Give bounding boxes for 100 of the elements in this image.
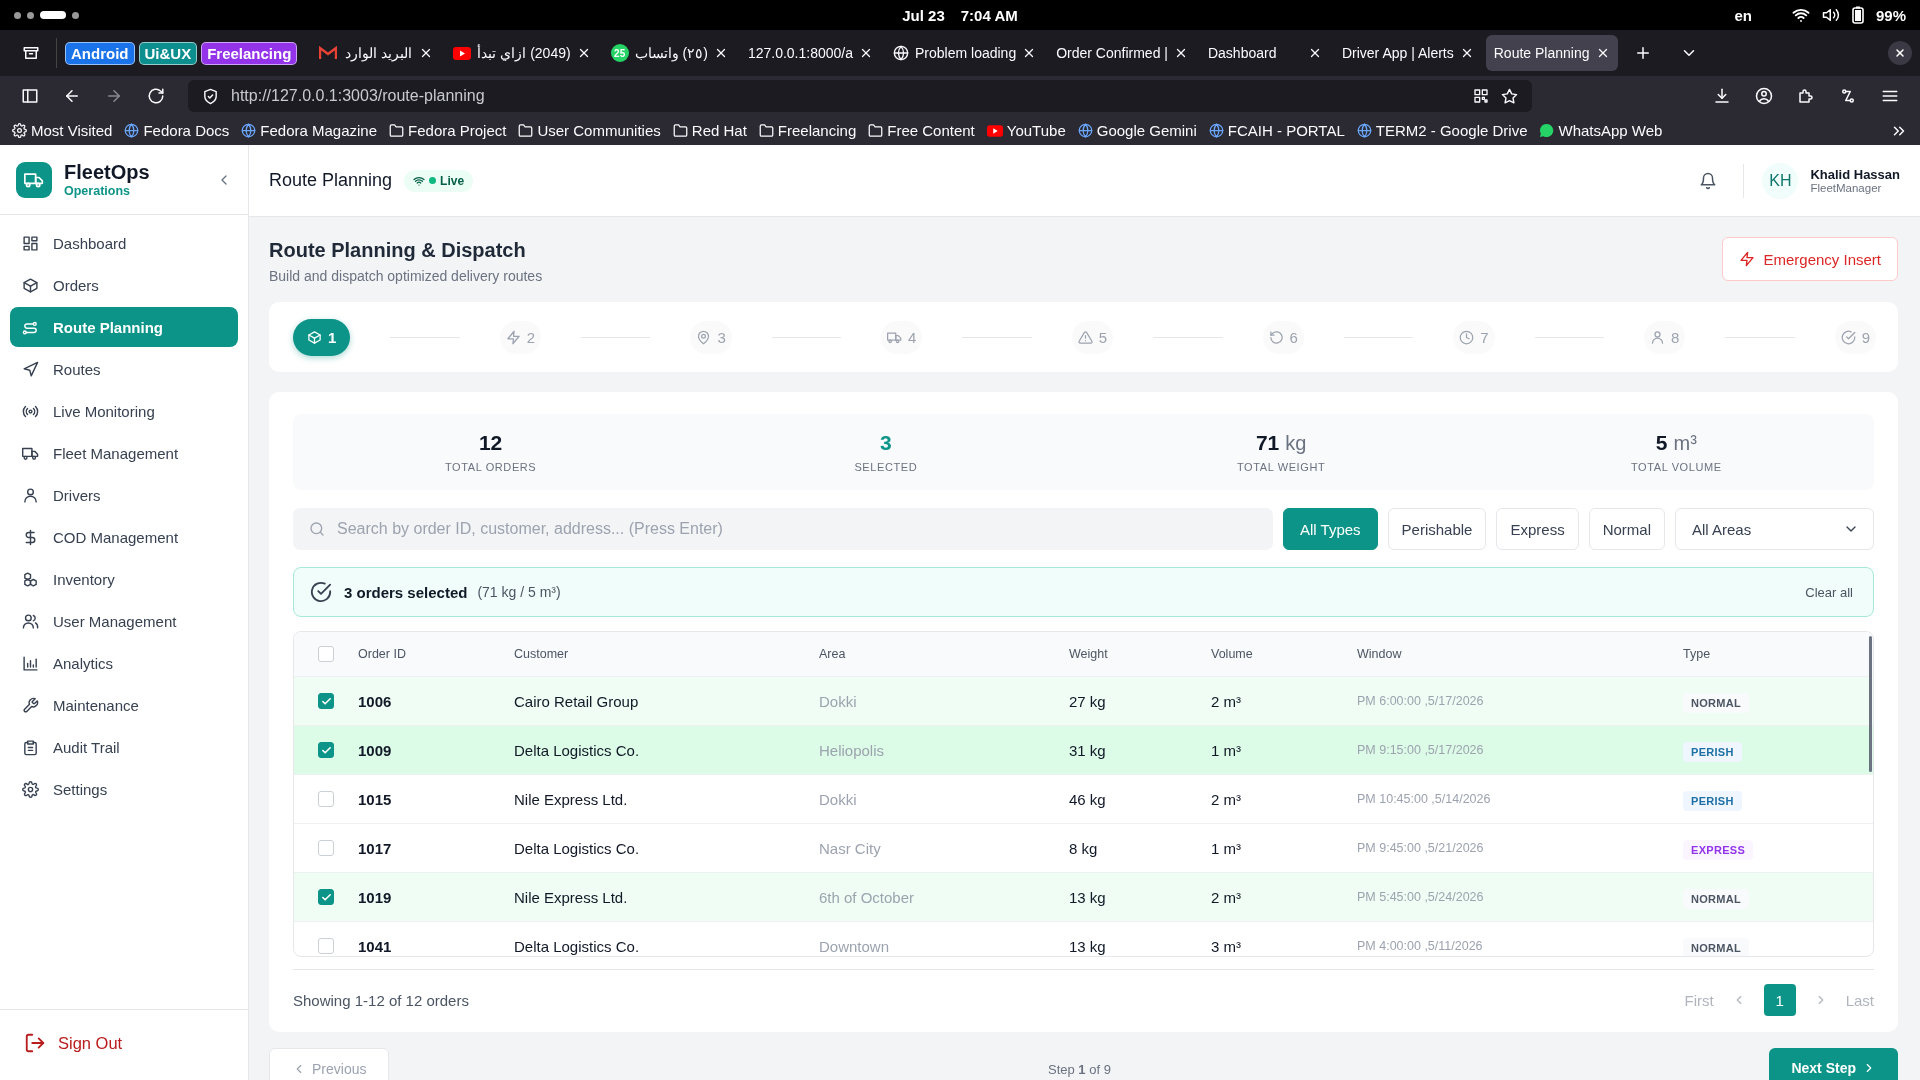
globe-icon [124,123,140,138]
table-row[interactable]: 1015 Nile Express Ltd. Dokki 46 kg 2 m³ PM 10:45:00 ,5/14/2026 PERISH [294,775,1873,824]
tab-group-label[interactable]: Freelancing [201,41,298,65]
browser-tab[interactable]: Dashboard [1199,35,1330,71]
browser-tab[interactable]: Driver App | Alerts [1333,35,1482,71]
sidebar-item[interactable]: Routes [10,349,238,389]
download-icon[interactable] [1713,87,1731,105]
bookmark-item[interactable]: Google Gemini [1077,122,1197,139]
column-header: Weight [1069,647,1109,661]
extensions-icon[interactable] [1797,87,1815,105]
sidebar-item[interactable]: Dashboard [10,223,238,263]
filter-chip[interactable]: Express [1496,508,1579,550]
table-row[interactable]: 1009 Delta Logistics Co. Heliopolis 31 kg 1 m³ PM 9:15:00 ,5/17/2026 PERISH [294,726,1873,775]
sidebar-item[interactable]: Drivers [10,475,238,515]
folder-icon [672,123,688,138]
account-icon[interactable] [1755,87,1773,105]
bookmark-item[interactable]: Fedora Magazine [241,122,378,139]
filter-chip[interactable]: All Types [1283,508,1378,550]
checkbox[interactable] [318,646,334,662]
check-icon [320,744,332,756]
checkbox[interactable] [318,791,334,807]
table-row[interactable]: 1019 Nile Express Ltd. 6th of October 13 kg 2 m³ PM 5:45:00 ,5/24/2026 NORMAL [294,873,1873,922]
next-step-button[interactable]: Next Step [1769,1048,1898,1080]
sidebar-item[interactable]: Inventory [10,559,238,599]
tab-group-label[interactable]: Android [65,41,135,65]
folder-icon [389,123,405,138]
sidebar-item[interactable]: Maintenance [10,685,238,725]
bookmark-item[interactable]: Fedora Project [389,122,507,139]
browser-tab[interactable]: Problem loading [885,35,1045,71]
sidebar-toggle-icon[interactable] [21,87,39,105]
status-dot [429,177,437,184]
sign-out-link[interactable]: Sign Out [24,1032,224,1054]
workspace-indicator[interactable] [40,11,66,19]
bookmark-star-icon[interactable] [1501,87,1518,105]
checkbox[interactable] [318,693,334,709]
browser-tab[interactable]: Order Confirmed | [1048,35,1196,71]
table-row[interactable]: 1006 Cairo Retail Group Dokki 27 kg 2 m³ PM 6:00:00 ,5/17/2026 NORMAL [294,677,1873,726]
sidebar-item[interactable]: Route Planning [10,307,238,347]
bookmark-item[interactable]: Fedora Docs [124,122,230,139]
notification-bell-icon[interactable] [1699,171,1718,190]
tab-group-label[interactable]: Ui&UX [138,41,198,65]
tab-title: Route Planning [1493,45,1590,61]
checkbox[interactable] [318,889,334,905]
sidebar-item[interactable]: COD Management [10,517,238,557]
search-field[interactable]: Search by order ID, customer, address... (Press Enter) [293,508,1273,550]
sidebar-item[interactable]: Settings [10,769,238,809]
step-indicator[interactable]: 1 [293,318,351,356]
bookmark-item[interactable]: User Communities [518,122,661,139]
browser-tab[interactable]: (2049) ازاي تبدأ [445,35,599,71]
bookmark-item[interactable]: YouTube [986,122,1066,139]
qr-code-icon[interactable] [1473,88,1489,104]
mail-icon [319,46,338,60]
address-bar[interactable]: http://127.0.0.1:3003/route-planning [188,80,1532,112]
table-cell-text: 1009 [358,741,393,759]
bookmark-item[interactable]: FCAIH - PORTAL [1208,122,1345,139]
sidebar-item[interactable]: User Management [10,601,238,641]
language-indicator[interactable]: en [1734,6,1752,24]
bookmark-item[interactable]: Free Content [868,122,975,139]
filter-chip[interactable]: Perishable [1387,508,1487,550]
sidebar-item[interactable]: Fleet Management [10,433,238,473]
sidebar-item[interactable]: Orders [10,265,238,305]
table-cell-text: 1006 [358,692,393,710]
bookmark-item[interactable]: Freelancing [758,122,857,139]
bookmark-item[interactable]: WhatsApp Web [1539,122,1663,139]
checkbox[interactable] [318,742,334,758]
table-row[interactable]: 1041 Delta Logistics Co. Downtown 13 kg 3 m³ PM 4:00:00 ,5/11/2026 NORMAL [294,922,1873,956]
forward-icon[interactable] [105,87,123,105]
sidebar-item[interactable]: Audit Trail [10,727,238,767]
gear-icon [12,123,27,138]
close-icon[interactable] [859,46,873,60]
checkbox[interactable] [318,840,334,856]
reload-icon[interactable] [147,87,165,105]
emergency-insert-button[interactable]: Emergency Insert [1722,237,1898,281]
check-circle-icon [1840,329,1856,345]
table-cell-text: Delta Logistics Co. [514,741,641,759]
sidebar-item[interactable]: Live Monitoring [10,391,238,431]
table-cell-text: 2 m³ [1211,888,1242,906]
filter-chip[interactable]: Normal [1588,508,1665,550]
user-icon [22,486,39,504]
checkbox[interactable] [318,938,334,954]
clear-all-link[interactable]: Clear all [1805,584,1853,600]
column-header: Window [1357,647,1403,661]
page-number-button[interactable]: 1 [1763,984,1796,1016]
area-dropdown[interactable]: All Areas [1675,508,1874,550]
workspace-indicator[interactable] [72,11,79,19]
extension-icon[interactable] [1839,87,1857,105]
browser-tab[interactable]: Route Planning [1485,35,1618,71]
column-header: Type [1683,647,1712,661]
bookmark-item[interactable]: Most Visited [12,122,113,139]
browser-tab[interactable]: البريد الوارد [311,35,442,71]
sidebar-item[interactable]: Analytics [10,643,238,683]
bookmark-item[interactable]: Red Hat [672,122,747,139]
browser-tab[interactable]: 127.0.0.1:8000/a [739,35,881,71]
window-close-button[interactable] [1888,41,1912,65]
scrollbar[interactable] [1869,636,1872,772]
back-icon[interactable] [63,87,81,105]
bookmark-item[interactable]: TERM2 - Google Drive [1356,122,1528,139]
user-avatar[interactable]: KH [1762,162,1799,199]
tab-overview-icon[interactable] [22,44,40,62]
table-cell-text: PM 10:45:00 ,5/14/2026 [1357,792,1492,806]
